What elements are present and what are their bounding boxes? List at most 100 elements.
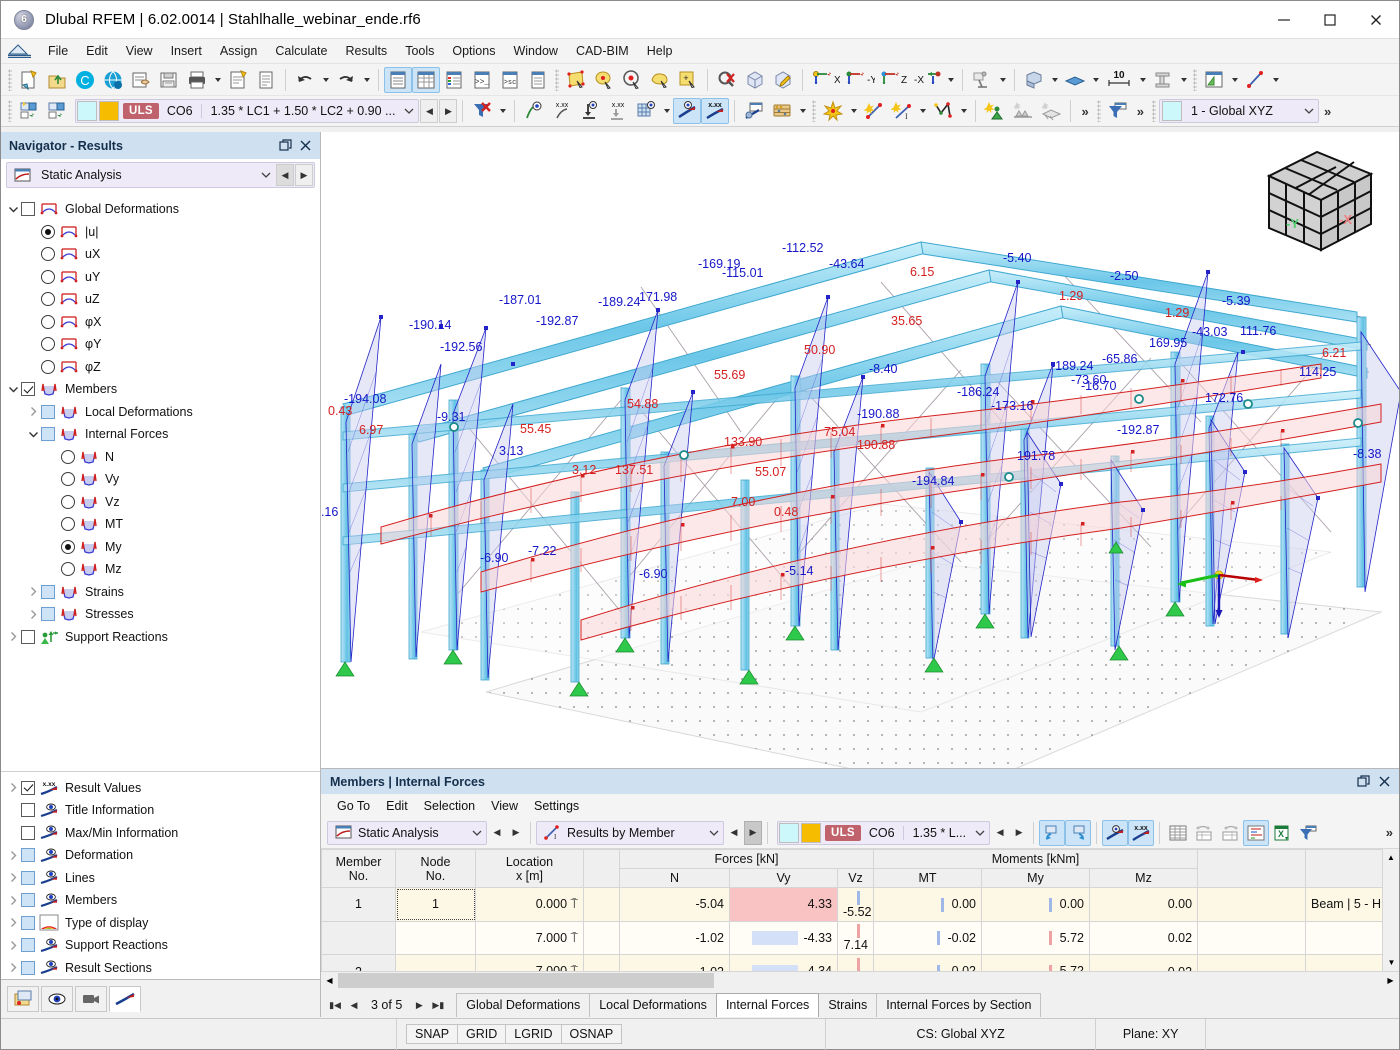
table-combination-next[interactable]: ▶ <box>1010 821 1028 845</box>
th-group-forces[interactable]: Forces [kN] <box>619 849 874 869</box>
tree-item-vz[interactable]: Vz <box>1 491 320 514</box>
tree-radio[interactable] <box>61 539 75 554</box>
support-values-icon[interactable]: x.xx <box>604 98 632 124</box>
results-tabs[interactable]: Global Deformations Local Deformations Int… <box>456 993 1042 1017</box>
minimize-button[interactable] <box>1261 1 1307 39</box>
render-mode-dropdown-icon[interactable] <box>996 67 1009 93</box>
tree-item-deformation[interactable]: Deformation <box>1 844 320 867</box>
tree-item-members[interactable]: Members <box>1 378 320 401</box>
grid-display-icon[interactable] <box>632 98 660 124</box>
hscroll-thumb[interactable] <box>338 973 714 988</box>
cell-My[interactable]: 5.72 <box>981 954 1090 971</box>
filter-off-icon[interactable] <box>468 98 496 124</box>
pager-first-button[interactable]: ▮◀ <box>327 996 343 1014</box>
menu-options[interactable]: Options <box>443 41 504 61</box>
section-icon[interactable] <box>1149 67 1177 93</box>
section-dropdown-icon[interactable] <box>1177 67 1190 93</box>
tab-strains[interactable]: Strains <box>818 993 878 1017</box>
tab-internal-forces-by-section[interactable]: Internal Forces by Section <box>876 993 1042 1017</box>
view-dropdown-icon[interactable] <box>944 67 957 93</box>
menu-calculate[interactable]: Calculate <box>266 41 336 61</box>
results-tree[interactable]: Global Deformations |u| uX uY uZ φX φY φZ Member… <box>1 190 320 771</box>
cell-Mz[interactable]: 0.02 <box>1088 954 1199 971</box>
model-navigator-tab-icon[interactable] <box>7 985 39 1012</box>
result-table-icon[interactable] <box>1200 67 1228 93</box>
tree-item-stresses[interactable]: Stresses <box>1 603 320 626</box>
cell-location[interactable]: 0.000 ⍑ <box>475 887 584 922</box>
script-icon[interactable]: >sc <box>496 67 524 93</box>
toolbar-grip[interactable] <box>8 68 12 91</box>
tree-radio[interactable] <box>61 562 75 577</box>
prev-combination-button[interactable]: ◀ <box>420 99 439 123</box>
new-polyline-dropdown-icon[interactable] <box>957 98 970 124</box>
tree-item-mt[interactable]: MT <box>1 513 320 536</box>
cell-Mz[interactable]: 0.02 <box>1088 920 1199 956</box>
tree-radio[interactable] <box>41 269 55 284</box>
surface-support-icon[interactable] <box>1037 98 1065 124</box>
tree-checkbox[interactable] <box>21 893 35 908</box>
tree-checkbox[interactable] <box>41 404 55 419</box>
menu-file[interactable]: File <box>39 41 77 61</box>
export-selection-icon[interactable] <box>1065 819 1092 846</box>
solid-dropdown-icon[interactable] <box>1048 67 1061 93</box>
tree-twisty-icon[interactable] <box>25 609 41 620</box>
filter-dropdown-icon[interactable] <box>496 98 509 124</box>
table-filter-icon[interactable] <box>1295 820 1321 846</box>
toolbar-grip-2[interactable] <box>555 68 559 91</box>
cloud-icon[interactable]: C <box>71 67 99 93</box>
result-settings-icon[interactable] <box>740 98 768 124</box>
th-My[interactable]: My <box>981 868 1090 888</box>
save-icon[interactable] <box>155 67 183 93</box>
cell-My[interactable]: 5.72 <box>981 920 1090 956</box>
tree-item-uy[interactable]: uY <box>1 266 320 289</box>
data-panel-icon[interactable] <box>384 66 412 93</box>
tree-twisty-icon[interactable] <box>5 872 21 883</box>
table-menu-selection[interactable]: Selection <box>416 797 483 815</box>
table-toolbar-overflow[interactable]: » <box>1381 825 1399 840</box>
new-report-icon[interactable] <box>224 67 252 93</box>
next-combination-button[interactable]: ▶ <box>439 99 458 123</box>
select-arc-icon[interactable] <box>618 67 646 93</box>
tree-checkbox[interactable] <box>21 202 35 217</box>
load-case-prev-icon[interactable] <box>15 98 43 124</box>
import-selection-icon[interactable] <box>1039 819 1066 846</box>
analysis-next-button[interactable]: ▶ <box>295 164 313 186</box>
cell-node-no[interactable] <box>395 954 476 971</box>
display-navigator-tab-icon[interactable] <box>41 985 73 1012</box>
load-combination-selector[interactable]: ULS CO6 1.35 * LC1 + 1.50 * LC2 + 0.90 .… <box>75 99 420 123</box>
select-area-icon[interactable] <box>562 67 590 93</box>
tree-item-u[interactable]: |u| <box>1 221 320 244</box>
status-grid-button[interactable]: GRID <box>457 1024 507 1044</box>
tree-item-title-information[interactable]: Title Information <box>1 799 320 822</box>
th-Vz[interactable]: Vz <box>837 868 874 888</box>
tree-item-max-min-information[interactable]: Max/Min Information <box>1 822 320 845</box>
table-menu-edit[interactable]: Edit <box>378 797 416 815</box>
tree-checkbox[interactable] <box>41 584 55 599</box>
tree-twisty-icon[interactable] <box>25 429 41 440</box>
tree-checkbox[interactable] <box>21 848 35 863</box>
menu-insert[interactable]: Insert <box>162 41 211 61</box>
tree-radio[interactable] <box>61 494 75 509</box>
print-dropdown-icon[interactable] <box>211 67 224 93</box>
table-load-combination-selector[interactable]: ULS CO6 1.35 * L... <box>777 820 991 845</box>
display-options-tree[interactable]: x.xx Result Values Title Information Max/Mi… <box>1 770 320 980</box>
grid-dropdown-icon[interactable] <box>660 98 673 124</box>
tree-item-vy[interactable]: Vy <box>1 468 320 491</box>
tree-checkbox[interactable] <box>21 629 35 644</box>
tree-radio[interactable] <box>41 247 55 262</box>
tree-twisty-icon[interactable] <box>5 782 21 793</box>
export-excel-icon[interactable]: X <box>1269 820 1295 846</box>
tree-checkbox[interactable] <box>21 960 35 975</box>
tree-checkbox[interactable] <box>21 825 35 840</box>
tree-item-z[interactable]: φZ <box>1 356 320 379</box>
results-grid[interactable]: Member No. Node No. Location x [m] Forces [… <box>321 849 1399 971</box>
tree-twisty-icon[interactable] <box>5 940 21 951</box>
select-freehand-icon[interactable] <box>646 67 674 93</box>
navigator-float-button[interactable] <box>276 137 294 155</box>
tree-checkbox[interactable] <box>41 607 55 622</box>
table-analysis-prev[interactable]: ◀ <box>488 821 506 845</box>
cell-Vy[interactable]: -4.33 <box>729 920 838 956</box>
tree-twisty-icon[interactable] <box>5 631 21 642</box>
results-toolbar-grip-4[interactable] <box>1151 100 1156 122</box>
new-node-dropdown-icon[interactable] <box>847 98 860 124</box>
